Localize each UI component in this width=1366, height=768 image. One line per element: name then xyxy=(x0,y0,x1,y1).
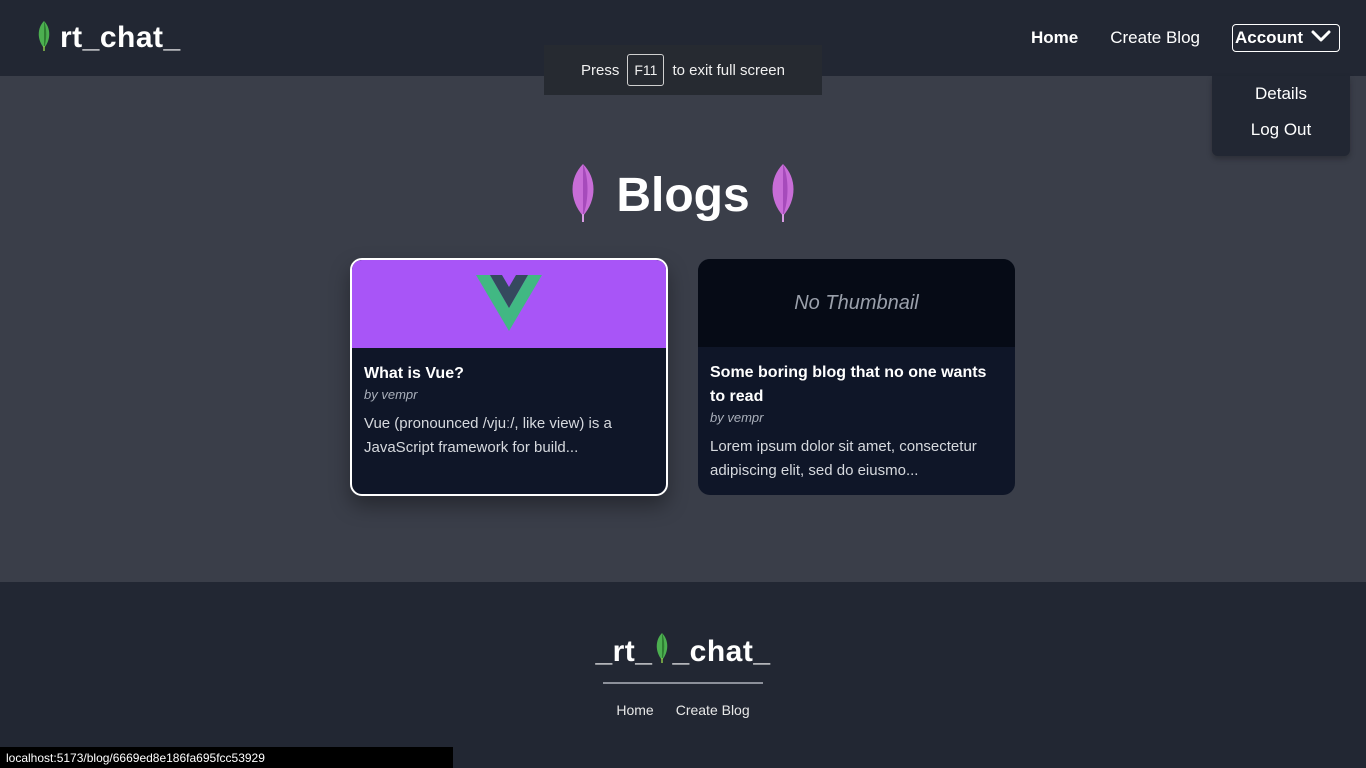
leaf-icon xyxy=(568,162,598,229)
fullscreen-notice: Press F11 to exit full screen xyxy=(544,45,822,95)
blog-thumbnail: No Thumbnail xyxy=(698,259,1015,347)
blog-excerpt: Lorem ipsum dolor sit amet, consectetur … xyxy=(710,438,977,479)
footer-divider xyxy=(603,682,763,684)
nav-home-link[interactable]: Home xyxy=(1031,28,1078,48)
footer-brand: _rt_ _chat_ xyxy=(0,632,1366,672)
menu-item-log-out[interactable]: Log Out xyxy=(1251,118,1312,154)
blog-card[interactable]: What is Vue? by vempr Vue (pronounced /v… xyxy=(350,258,668,496)
footer-nav: Home Create Blog xyxy=(0,702,1366,718)
footer-brand-left: _rt_ xyxy=(595,635,653,668)
notice-press-text: Press xyxy=(581,61,620,79)
account-dropdown-menu: Details Log Out xyxy=(1212,76,1350,156)
menu-item-details[interactable]: Details xyxy=(1255,82,1307,118)
footer: _rt_ _chat_ Home Create Blog xyxy=(0,582,1366,768)
main-nav: Home Create Blog Account xyxy=(1031,24,1340,52)
blog-card[interactable]: No Thumbnail Some boring blog that no on… xyxy=(698,259,1015,495)
blog-thumbnail xyxy=(352,260,666,348)
blog-title: What is Vue? xyxy=(364,365,464,382)
blog-author: by vempr xyxy=(710,410,764,425)
leaf-icon xyxy=(36,20,52,57)
blogs-heading: Blogs xyxy=(616,168,750,222)
page-title: Blogs xyxy=(0,160,1366,230)
footer-create-blog-link[interactable]: Create Blog xyxy=(676,702,750,718)
link-status-bar: localhost:5173/blog/6669ed8e186fa695fcc5… xyxy=(0,747,453,768)
brand-name: rt_chat_ xyxy=(60,21,181,54)
no-thumbnail-text: No Thumbnail xyxy=(794,291,919,314)
blog-title: Some boring blog that no one wants to re… xyxy=(710,364,987,405)
leaf-icon xyxy=(654,632,670,672)
f11-key: F11 xyxy=(627,54,665,86)
blog-author: by vempr xyxy=(364,387,418,402)
footer-brand-right: _chat_ xyxy=(672,635,771,668)
account-dropdown-button[interactable]: Account xyxy=(1232,24,1340,52)
leaf-icon xyxy=(768,162,798,229)
chevron-down-icon xyxy=(1311,28,1331,48)
vue-logo-icon xyxy=(476,273,542,336)
footer-home-link[interactable]: Home xyxy=(616,702,653,718)
blog-excerpt: Vue (pronounced /vjuː/, like view) is a … xyxy=(364,415,612,456)
brand-logo[interactable]: rt_chat_ xyxy=(36,20,181,56)
nav-create-blog-link[interactable]: Create Blog xyxy=(1110,28,1200,48)
account-label: Account xyxy=(1235,28,1303,47)
notice-exit-text: to exit full screen xyxy=(672,61,785,79)
